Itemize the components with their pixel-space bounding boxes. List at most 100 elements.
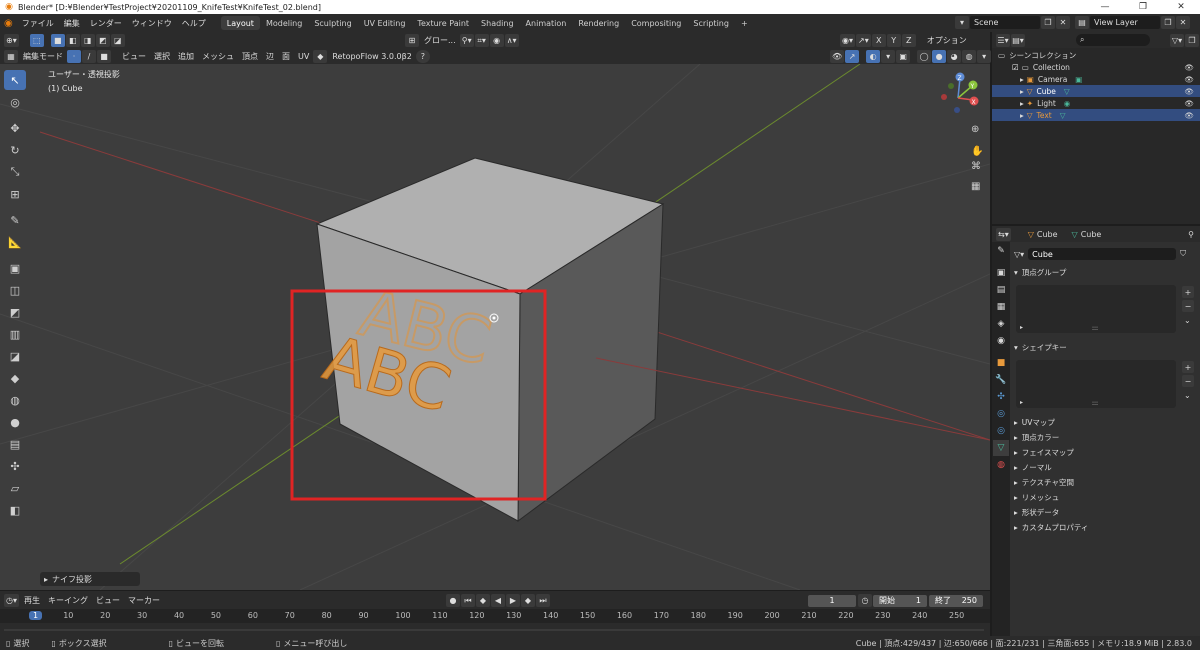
remove-vertex-group-button[interactable]: − bbox=[1182, 300, 1194, 312]
menu-select[interactable]: 選択 bbox=[150, 51, 174, 62]
overlay-icon[interactable]: ◐ bbox=[866, 50, 881, 63]
eye-icon[interactable]: 👁 bbox=[1184, 63, 1194, 72]
visibility-icon[interactable]: 👁 bbox=[830, 50, 845, 63]
tab-shading[interactable]: Shading bbox=[475, 16, 520, 30]
blender-menu-icon[interactable]: ◉ bbox=[4, 18, 13, 29]
zoom-icon[interactable]: ⊕ bbox=[971, 124, 979, 135]
rip-region-tool-icon[interactable]: ◧ bbox=[4, 500, 26, 520]
scale-tool-icon[interactable]: ⤡ bbox=[4, 162, 26, 182]
select-box-tool-icon[interactable]: ↖ bbox=[4, 70, 26, 90]
poly-build-tool-icon[interactable]: ◆ bbox=[4, 368, 26, 388]
menu-face[interactable]: 面 bbox=[278, 51, 294, 62]
proportional-edit-icon[interactable]: ◉ bbox=[489, 34, 504, 47]
list-expand-icon[interactable]: ▸ bbox=[1020, 324, 1023, 331]
gizmo-toggle-icon[interactable]: ↗▾ bbox=[856, 34, 871, 47]
3d-viewport[interactable]: ABC ABC Z Y X ⊕ ✋ ⌘ ▦ bbox=[0, 64, 990, 590]
menu-edit[interactable]: 編集 bbox=[59, 18, 85, 29]
eye-icon[interactable]: 👁 bbox=[1184, 111, 1194, 120]
add-shape-key-button[interactable]: + bbox=[1182, 361, 1194, 373]
tab-compositing[interactable]: Compositing bbox=[625, 16, 687, 30]
shading-material-icon[interactable]: ◕ bbox=[947, 50, 962, 63]
world-tab-icon[interactable]: ◉ bbox=[993, 333, 1009, 349]
fake-user-shield-icon[interactable]: ⛉ bbox=[1180, 249, 1186, 259]
current-frame-marker[interactable]: 1 bbox=[29, 611, 43, 620]
cursor-tool-icon[interactable]: ◎ bbox=[4, 92, 26, 112]
constraints-tab-icon[interactable]: ◎ bbox=[993, 423, 1009, 439]
section-face-maps[interactable]: ▸ フェイスマップ bbox=[1014, 445, 1074, 459]
navigation-gizmo[interactable]: Z Y X bbox=[941, 72, 979, 114]
chevron-down-icon[interactable]: ⌄ bbox=[1184, 391, 1191, 400]
timeline-menu-keying[interactable]: キーイング bbox=[44, 595, 92, 606]
smooth-tool-icon[interactable]: ● bbox=[4, 412, 26, 432]
minimize-icon[interactable]: — bbox=[1086, 0, 1124, 14]
select-mode-intersect-icon[interactable]: ◪ bbox=[110, 33, 125, 47]
timeline-menu-playback[interactable]: 再生 bbox=[20, 595, 44, 606]
pivot-icon[interactable]: ⚲▾ bbox=[459, 34, 474, 47]
measure-tool-icon[interactable]: 📐 bbox=[4, 232, 26, 252]
mesh-data-tab-icon[interactable]: ▽ bbox=[993, 440, 1009, 456]
transform-tool-icon[interactable]: ⊞ bbox=[4, 184, 26, 204]
chevron-down-icon[interactable]: ⌄ bbox=[1184, 316, 1191, 325]
help-button[interactable]: ? bbox=[415, 49, 430, 63]
list-resize-handle[interactable]: ::: bbox=[1092, 325, 1098, 332]
scene-field[interactable]: Scene bbox=[970, 16, 1040, 29]
section-normals[interactable]: ▸ ノーマル bbox=[1014, 460, 1052, 474]
tab-scripting[interactable]: Scripting bbox=[687, 16, 735, 30]
expand-icon[interactable]: ▸ bbox=[1020, 75, 1024, 84]
edge-select-icon[interactable]: / bbox=[82, 49, 96, 63]
scene-tab-icon[interactable]: ◈ bbox=[993, 316, 1009, 332]
start-frame-field[interactable]: 開始 1 bbox=[873, 594, 927, 607]
shading-solid-icon[interactable]: ● bbox=[932, 50, 947, 63]
select-mode-new-icon[interactable]: ■ bbox=[50, 33, 65, 47]
mirror-y-toggle[interactable]: Y bbox=[886, 34, 901, 47]
tab-sculpting[interactable]: Sculpting bbox=[308, 16, 357, 30]
breadcrumb-object[interactable]: Cube bbox=[1037, 230, 1058, 239]
outliner-row-cube[interactable]: ▸ ▽ Cube ▽ 👁 bbox=[992, 85, 1200, 97]
tab-rendering[interactable]: Rendering bbox=[572, 16, 625, 30]
prev-key-icon[interactable]: ◆ bbox=[476, 594, 490, 607]
ortho-grid-icon[interactable]: ▦ bbox=[971, 181, 980, 192]
timeline-ruler[interactable]: 1 10 20 30 40 50 60 70 80 90 100 110 120 130 140 150 160… bbox=[0, 609, 990, 623]
outliner-row-text[interactable]: ▸ ▽ Text ▽ 👁 bbox=[992, 109, 1200, 121]
modifier-tab-icon[interactable]: 🔧 bbox=[993, 372, 1009, 388]
tab-modeling[interactable]: Modeling bbox=[260, 16, 308, 30]
falloff-icon[interactable]: ∧▾ bbox=[504, 34, 519, 47]
select-mode-extend-icon[interactable]: ◧ bbox=[65, 33, 80, 47]
timeline-menu-view[interactable]: ビュー bbox=[92, 595, 124, 606]
shading-rendered-icon[interactable]: ◍ bbox=[962, 50, 977, 63]
view-layer-icon[interactable]: ▤ bbox=[1075, 16, 1089, 29]
view-layer-copy-icon[interactable]: ❐ bbox=[1161, 16, 1175, 29]
timeline-editor-icon[interactable]: ◷▾ bbox=[4, 593, 19, 607]
mirror-z-toggle[interactable]: Z bbox=[901, 34, 916, 47]
view-layer-field[interactable]: View Layer bbox=[1090, 16, 1160, 29]
clock-icon[interactable]: ◷ bbox=[858, 594, 872, 607]
transform-orientation-dropdown[interactable]: グロー... bbox=[420, 35, 460, 46]
expand-icon[interactable]: ▸ bbox=[1020, 87, 1024, 96]
pan-hand-icon[interactable]: ✋ bbox=[971, 144, 983, 157]
menu-edge[interactable]: 辺 bbox=[262, 51, 278, 62]
menu-help[interactable]: ヘルプ bbox=[177, 18, 211, 29]
section-vertex-colors[interactable]: ▸ 頂点カラー bbox=[1014, 430, 1059, 444]
jump-end-icon[interactable]: ⏭ bbox=[536, 594, 550, 607]
section-uv-maps[interactable]: ▸ UVマップ bbox=[1014, 415, 1055, 429]
scene-copy-icon[interactable]: ❐ bbox=[1041, 16, 1055, 29]
menu-vertex[interactable]: 頂点 bbox=[238, 51, 262, 62]
view-object-types-icon[interactable]: ◉▾ bbox=[840, 34, 855, 47]
menu-window[interactable]: ウィンドウ bbox=[127, 18, 177, 29]
retopoflow-icon[interactable]: ◆ bbox=[313, 49, 328, 63]
timeline-menu-marker[interactable]: マーカー bbox=[124, 595, 164, 606]
eye-icon[interactable]: 👁 bbox=[1184, 87, 1194, 96]
checkbox-icon[interactable]: ☑ bbox=[1012, 63, 1019, 72]
orientation-icon[interactable]: ⊞ bbox=[405, 34, 419, 47]
mode-icon[interactable]: ▦ bbox=[4, 49, 18, 63]
snap-icon[interactable]: ⌗▾ bbox=[474, 34, 489, 47]
menu-uv[interactable]: UV bbox=[294, 52, 313, 61]
scene-icon[interactable]: ▾ bbox=[955, 16, 969, 29]
properties-editor-icon[interactable]: ⇆▾ bbox=[996, 227, 1011, 241]
eye-icon[interactable]: 👁 bbox=[1184, 99, 1194, 108]
move-tool-icon[interactable]: ✥ bbox=[4, 118, 26, 138]
breadcrumb-mesh[interactable]: Cube bbox=[1081, 230, 1102, 239]
timeline-body[interactable] bbox=[0, 623, 990, 636]
select-tool-icon[interactable]: ⬚ bbox=[29, 33, 44, 47]
shading-dropdown-icon[interactable]: ▾ bbox=[977, 50, 992, 63]
